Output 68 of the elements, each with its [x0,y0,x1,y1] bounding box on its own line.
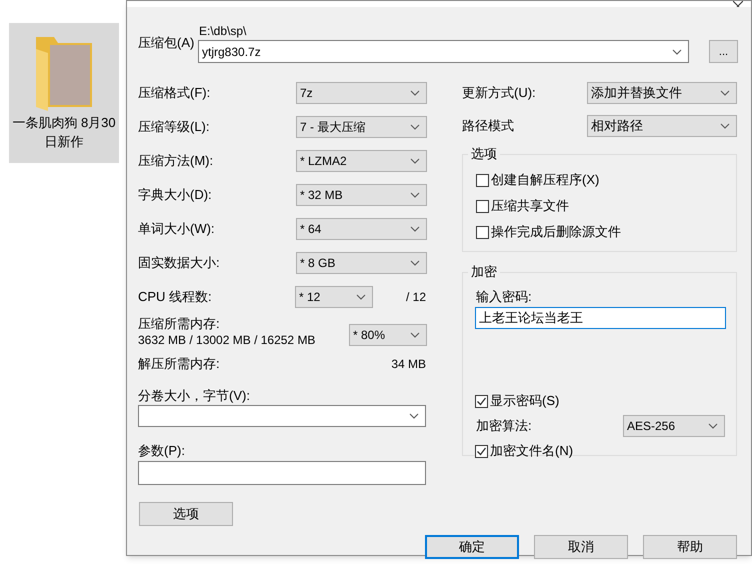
dropdown[interactable]: * 64 [296,218,427,240]
password-field[interactable]: 上老王论坛当老王 [475,307,726,329]
group-title: 选项 [468,146,500,162]
checkbox[interactable] [475,444,488,458]
field-label: 分卷大小，字节(V): [138,387,251,403]
chevron-down-icon [720,90,730,96]
field-label: 加密算法: [475,417,532,436]
checkbox-label: 显示密码(S) [490,392,560,410]
params-field[interactable] [138,461,426,485]
chevron-down-icon [708,423,718,429]
dropdown[interactable] [138,405,426,427]
checkbox-label: 加密文件名(N) [490,442,574,460]
group-title: 加密 [468,264,500,280]
field-label: 输入密码: [475,288,533,305]
dropdown[interactable]: 7 - 最大压缩 [296,116,427,138]
field-label: 压缩方法(M): [138,152,214,170]
checkbox-label: 压缩共享文件 [491,197,569,216]
thread-count: / 12 [406,289,427,306]
field-label: 解压所需内存: [138,355,220,374]
field-label: 压缩所需内存: [138,316,221,332]
checkbox[interactable] [476,174,489,186]
field-label: 更新方式(U): [462,84,536,102]
field-label: 压缩等级(L): [138,118,210,136]
chevron-down-icon [410,158,420,164]
chevron-down-icon [410,260,420,266]
path-text: E:\db\sp\ [198,25,248,40]
dropdown[interactable]: * 12 [295,286,373,308]
folder-label: 一条肌肉狗 8月30日新作 [11,114,117,151]
dropdown[interactable]: 相对路径 [587,115,737,137]
chevron-down-icon [720,123,730,129]
chevron-down-icon [672,48,682,54]
dropdown[interactable]: ytjrg830.7z [198,40,689,63]
checkbox-label: 操作完成后删除源文件 [491,223,621,242]
memory-usage: 34 MB [391,356,427,373]
options-button[interactable]: 选项 [139,502,233,526]
close-icon[interactable] [733,1,743,7]
chevron-down-icon [410,226,420,232]
browse-button[interactable]: ... [709,40,738,63]
field-label: 固实数据大小: [138,254,220,272]
folder-item[interactable]: 一条肌肉狗 8月30日新作 [9,23,119,163]
dialog-button[interactable]: 取消 [534,535,628,559]
dropdown[interactable]: * 80% [349,324,427,346]
field-label: 参数(P): [138,442,186,458]
field-label: 单词大小(W): [138,220,215,238]
checkbox[interactable] [476,200,489,212]
dialog-button[interactable]: 帮助 [643,535,737,559]
dropdown[interactable]: * 8 GB [296,252,427,274]
field-label: 压缩包(A) [138,34,196,52]
field-label: 路径模式 [462,117,514,136]
field-label: CPU 线程数: [138,288,213,306]
dropdown[interactable]: * 32 MB [296,184,427,206]
chevron-down-icon [409,413,419,419]
chevron-down-icon [410,192,420,198]
dropdown[interactable]: 7z [296,82,427,104]
dropdown[interactable]: 添加并替换文件 [587,82,737,104]
checkbox[interactable] [475,394,488,408]
chevron-down-icon [410,90,420,96]
chevron-down-icon [410,332,420,338]
field-label: 字典大小(D): [138,186,212,204]
chevron-down-icon [356,294,366,300]
memory-usage: 3632 MB / 13002 MB / 16252 MB [138,332,316,348]
checkbox[interactable] [476,226,489,238]
checkbox-label: 创建自解压程序(X) [491,171,600,190]
chevron-down-icon [410,124,420,130]
dropdown[interactable]: AES-256 [623,415,725,437]
dialog-button[interactable]: 确定 [425,535,519,559]
field-label: 压缩格式(F): [138,84,210,102]
dropdown[interactable]: * LZMA2 [296,150,427,172]
